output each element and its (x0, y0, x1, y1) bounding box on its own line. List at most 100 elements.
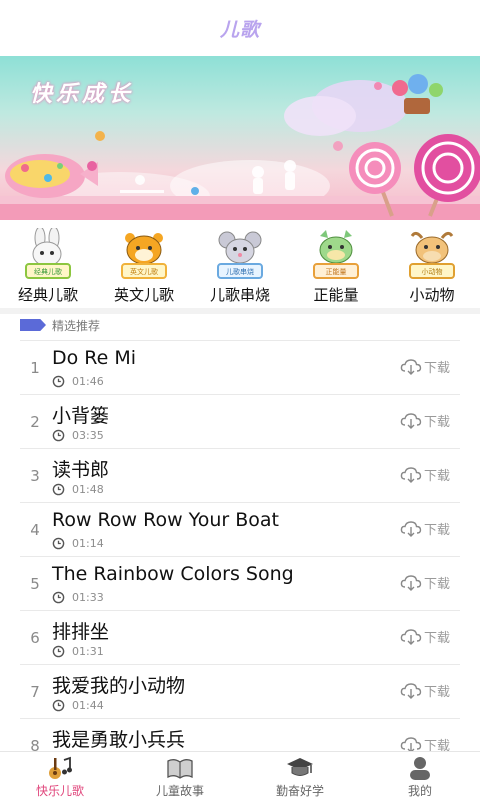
flag-icon (20, 319, 46, 331)
song-duration: 01:44 (52, 698, 104, 712)
mouse-icon: 儿歌串烧 (217, 231, 263, 279)
category-label: 儿歌串烧 (209, 286, 270, 304)
clock-icon (52, 645, 65, 657)
download-button[interactable]: 下载 (400, 519, 450, 538)
ox-icon: 小动物 (409, 231, 455, 279)
bottom-tab-bar: 快乐儿歌 儿童故事 勤奋好学 我的 (0, 751, 480, 800)
section-title: 精选推荐 (52, 318, 101, 333)
song-index: 4 (30, 521, 40, 539)
graduation-cap-icon (287, 758, 313, 776)
song-title: 我是勇敢小兵兵 (52, 729, 186, 751)
guitar-note-icon (49, 756, 72, 779)
svg-text:经典儿歌: 经典儿歌 (34, 267, 62, 276)
cloud-download-icon (400, 466, 422, 483)
cloud-download-icon (400, 412, 422, 429)
song-index: 5 (30, 575, 40, 593)
download-button[interactable]: 下载 (400, 357, 450, 376)
song-title: 小背篓 (52, 405, 110, 427)
song-duration: 03:35 (52, 428, 104, 442)
clock-icon (52, 375, 65, 387)
download-button[interactable]: 下载 (400, 681, 450, 700)
song-row[interactable]: 7 我爱我的小动物 01:44 下载 (20, 664, 460, 718)
category-medley[interactable]: 儿歌串烧 儿歌串烧 (192, 220, 288, 308)
song-duration: 01:33 (52, 590, 104, 604)
song-duration-text: 01:44 (72, 698, 104, 712)
page-title: 儿歌 (219, 18, 260, 41)
song-duration-text: 01:48 (72, 482, 104, 496)
download-button[interactable]: 下载 (400, 465, 450, 484)
song-row[interactable]: 2 小背篓 03:35 下载 (20, 394, 460, 448)
download-label: 下载 (423, 361, 450, 376)
clock-icon (52, 537, 65, 549)
cloud-download-icon (400, 574, 422, 591)
song-list: 1 Do Re Mi 01:46 下载 2 小背篓 03:35 下载 3 读书郎… (20, 340, 460, 772)
category-classic-songs[interactable]: 经典儿歌 经典儿歌 (0, 220, 96, 308)
category-english-songs[interactable]: 英文儿歌 英文儿歌 (96, 220, 192, 308)
tab-label: 儿童故事 (155, 784, 204, 798)
song-title: 排排坐 (52, 621, 110, 643)
tab-label: 快乐儿歌 (35, 784, 84, 798)
category-label: 经典儿歌 (17, 286, 78, 304)
category-small-animals[interactable]: 小动物 小动物 (384, 220, 480, 308)
song-index: 1 (30, 359, 40, 377)
song-title: Row Row Row Your Boat (52, 509, 280, 531)
banner-title: 快乐成长 (30, 82, 135, 107)
dragon-icon: 正能量 (313, 230, 359, 279)
section-header: 精选推荐 (20, 316, 100, 334)
banner[interactable]: 快乐成长 (0, 56, 480, 220)
song-index: 2 (30, 413, 40, 431)
song-duration: 01:31 (52, 644, 104, 658)
svg-text:正能量: 正能量 (326, 267, 347, 276)
clock-icon (52, 591, 65, 603)
svg-text:儿歌串烧: 儿歌串烧 (226, 267, 254, 276)
tab-children-stories[interactable]: 儿童故事 (120, 752, 240, 800)
song-title: Do Re Mi (52, 347, 137, 369)
song-duration-text: 01:14 (72, 536, 104, 550)
cloud-download-icon (400, 520, 422, 537)
song-row[interactable]: 5 The Rainbow Colors Song 01:33 下载 (20, 556, 460, 610)
category-row: 经典儿歌 经典儿歌 英文儿歌 英文儿歌 儿歌串烧 儿歌串烧 正能量 正能量 小动… (0, 220, 480, 308)
song-row[interactable]: 1 Do Re Mi 01:46 下载 (20, 340, 460, 394)
song-row[interactable]: 4 Row Row Row Your Boat 01:14 下载 (20, 502, 460, 556)
svg-text:小动物: 小动物 (422, 267, 443, 276)
song-duration-text: 01:46 (72, 374, 104, 388)
cloud-download-icon (400, 628, 422, 645)
cloud-download-icon (400, 358, 422, 375)
category-positive-energy[interactable]: 正能量 正能量 (288, 220, 384, 308)
song-duration-text: 01:31 (72, 644, 104, 658)
song-title: 我爱我的小动物 (52, 675, 186, 697)
download-button[interactable]: 下载 (400, 627, 450, 646)
tab-study-hard[interactable]: 勤奋好学 (240, 752, 360, 800)
song-duration: 01:48 (52, 482, 104, 496)
download-label: 下载 (423, 631, 450, 646)
top-bar: 儿歌 (0, 0, 480, 56)
song-row[interactable]: 3 读书郎 01:48 下载 (20, 448, 460, 502)
song-title: The Rainbow Colors Song (52, 563, 294, 585)
song-index: 6 (30, 629, 40, 647)
divider (0, 308, 480, 314)
rabbit-icon: 经典儿歌 (25, 228, 71, 279)
song-row[interactable]: 6 排排坐 01:31 下载 (20, 610, 460, 664)
tab-label: 我的 (407, 784, 432, 798)
tiger-icon: 英文儿歌 (121, 233, 167, 279)
song-duration-text: 01:33 (72, 590, 104, 604)
category-label: 英文儿歌 (113, 286, 174, 304)
download-label: 下载 (423, 469, 450, 484)
download-button[interactable]: 下载 (400, 411, 450, 430)
category-label: 小动物 (409, 286, 455, 304)
song-duration-text: 03:35 (72, 428, 104, 442)
svg-text:英文儿歌: 英文儿歌 (130, 267, 158, 276)
person-icon (410, 757, 430, 780)
song-duration: 01:14 (52, 536, 104, 550)
book-icon (167, 759, 193, 779)
clock-icon (52, 699, 65, 711)
song-index: 7 (30, 683, 40, 701)
download-label: 下载 (423, 685, 450, 700)
tab-happy-songs[interactable]: 快乐儿歌 (0, 752, 120, 800)
tab-me[interactable]: 我的 (360, 752, 480, 800)
download-label: 下载 (423, 415, 450, 430)
clock-icon (52, 483, 65, 495)
song-index: 3 (30, 467, 40, 485)
download-button[interactable]: 下载 (400, 573, 450, 592)
download-label: 下载 (423, 523, 450, 538)
